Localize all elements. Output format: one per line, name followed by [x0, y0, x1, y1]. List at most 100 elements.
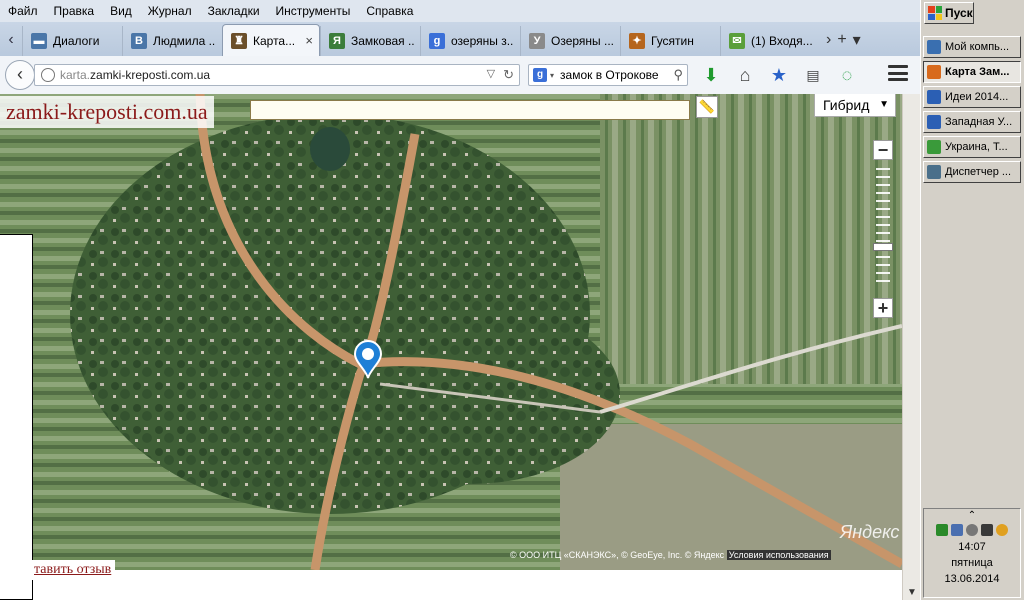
sync-icon[interactable]: ◌ — [836, 64, 858, 86]
zoom-tick — [876, 256, 890, 258]
menu-item[interactable]: Закладки — [200, 4, 268, 18]
tab-label: Людмила ... — [153, 34, 216, 48]
browser-tab[interactable]: g озеряны з... — [420, 26, 520, 56]
zoom-tick — [876, 264, 890, 266]
start-button[interactable]: Пуск — [924, 2, 974, 24]
security-icon[interactable] — [996, 524, 1008, 536]
page-content: zamki-kreposti.com.ua 📏 Гибрид ▼ − + Янде… — [0, 94, 920, 600]
zoom-tick — [876, 224, 890, 226]
zoom-tick — [876, 200, 890, 202]
speaker-icon[interactable] — [966, 524, 978, 536]
phone-icon[interactable] — [981, 524, 993, 536]
page-scrollbar[interactable]: ▼ — [902, 94, 920, 600]
search-box[interactable]: g ▾ замок в Отрокове ⚲ — [528, 64, 688, 86]
menu-bar: Файл Правка Вид Журнал Закладки Инструменты Сп… — [0, 0, 920, 22]
menu-item[interactable]: Инструменты — [268, 4, 359, 18]
windows-taskbar: Пуск Мой компь... Карта Зам... Идеи 2014..… — [920, 0, 1024, 600]
yandex-logo: Яндекс — [840, 522, 900, 542]
zoom-tick — [876, 240, 890, 242]
taskbar-button[interactable]: Мой компь... — [923, 36, 1021, 58]
network-icon[interactable] — [936, 524, 948, 536]
zoom-tick — [876, 232, 890, 234]
zoom-tick — [876, 192, 890, 194]
engine-dropdown-icon[interactable]: ▾ — [550, 71, 554, 80]
yandex-icon: У — [529, 33, 545, 49]
browser-tab[interactable]: ✉ (1) Входя... — [720, 26, 820, 56]
word-icon — [927, 90, 941, 104]
clock-date: 13.06.2014 — [944, 573, 1000, 585]
url-text: karta.zamki-kreposti.com.ua — [60, 68, 211, 82]
zoom-control: − + — [873, 140, 895, 320]
url-bar[interactable]: karta.zamki-kreposti.com.ua ▽ ↻ — [34, 64, 520, 86]
back-button[interactable]: ‹ — [5, 60, 35, 90]
chat-icon: ▬ — [31, 33, 47, 49]
site-logo[interactable]: zamki-kreposti.com.ua — [0, 96, 214, 128]
google-icon[interactable]: g — [533, 68, 547, 82]
tab-close-icon[interactable]: × — [305, 33, 313, 48]
bookmarks-list-icon[interactable]: ▤ — [802, 64, 824, 86]
menu-icon[interactable] — [888, 65, 908, 81]
satellite-map[interactable]: zamki-kreposti.com.ua 📏 Гибрид ▼ − + Янде… — [0, 94, 902, 570]
globe-icon — [41, 68, 55, 82]
map-search-input[interactable] — [250, 100, 690, 120]
windows-logo-icon — [928, 6, 942, 20]
zoom-slider-handle[interactable] — [873, 243, 893, 251]
chrome-icon — [927, 140, 941, 154]
zoom-slider[interactable] — [873, 166, 893, 292]
castle-icon: ♜ — [231, 32, 247, 49]
browser-tab[interactable]: ▬ Диалоги — [22, 26, 122, 56]
map-copyright: © ООО ИТЦ «СКАНЭКС», © GeoEye, Inc. © Ян… — [510, 550, 831, 560]
zoom-tick — [876, 208, 890, 210]
taskbar-label: Мой компь... — [945, 41, 1010, 53]
volume-icon[interactable] — [951, 524, 963, 536]
word-icon — [927, 115, 941, 129]
taskbar-button[interactable]: Западная У... — [923, 111, 1021, 133]
zoom-tick — [876, 184, 890, 186]
zoom-tick — [876, 216, 890, 218]
firefox-icon — [927, 65, 941, 79]
new-tab-button[interactable]: + — [837, 31, 846, 49]
map-type-selector[interactable]: Гибрид ▼ — [814, 94, 896, 117]
dropdown-icon[interactable]: ▽ — [487, 67, 495, 83]
map-imagery — [0, 94, 902, 570]
scroll-down-icon[interactable]: ▼ — [907, 587, 917, 598]
menu-item[interactable]: Журнал — [140, 4, 200, 18]
tab-label: Диалоги — [53, 34, 100, 48]
menu-item[interactable]: Вид — [102, 4, 140, 18]
tab-scroll-left-icon[interactable]: ‹ — [0, 24, 22, 56]
task-manager-icon — [927, 165, 941, 179]
clock-time[interactable]: 14:07 — [924, 539, 1020, 555]
tab-label: озеряны з... — [451, 34, 514, 48]
taskbar-button[interactable]: Диспетчер ... — [923, 161, 1021, 183]
menu-item[interactable]: Правка — [46, 4, 103, 18]
search-icon[interactable]: ⚲ — [673, 67, 683, 83]
google-icon: g — [429, 33, 445, 49]
bookmark-star-icon[interactable]: ★ — [768, 64, 790, 86]
terms-link[interactable]: Условия использования — [726, 550, 831, 560]
tab-strip: ‹ ▬ Диалоги В Людмила ... ♜ Карта... × Я Замкова… — [0, 22, 920, 57]
taskbar-label: Диспетчер ... — [945, 166, 1012, 178]
menu-item[interactable]: Файл — [0, 4, 46, 18]
ruler-icon[interactable]: 📏 — [696, 96, 718, 118]
taskbar-button[interactable]: Идеи 2014... — [923, 86, 1021, 108]
zoom-in-button[interactable]: + — [873, 298, 893, 318]
download-icon[interactable]: ⬇ — [700, 64, 722, 86]
browser-tab[interactable]: ♜ Карта... × — [222, 24, 320, 56]
tab-scroll-right-icon[interactable]: › — [826, 31, 831, 49]
tab-list-icon[interactable]: ▾ — [853, 30, 861, 50]
reload-icon[interactable]: ↻ — [503, 67, 514, 83]
taskbar-button[interactable]: Карта Зам... — [923, 61, 1021, 83]
leave-review-link[interactable]: тавить отзыв — [30, 560, 116, 580]
side-panel — [0, 234, 33, 600]
browser-tab[interactable]: ✦ Гусятин — [620, 26, 720, 56]
menu-item[interactable]: Справка — [358, 4, 421, 18]
browser-tab[interactable]: У Озеряны ... — [520, 26, 620, 56]
zoom-out-button[interactable]: − — [873, 140, 893, 160]
browser-tab[interactable]: Я Замковая ... — [320, 26, 420, 56]
home-icon[interactable]: ⌂ — [734, 64, 756, 86]
search-input[interactable]: замок в Отрокове — [560, 68, 659, 82]
taskbar-button[interactable]: Украина, Т... — [923, 136, 1021, 158]
browser-tab[interactable]: В Людмила ... — [122, 26, 222, 56]
tray-expand-icon[interactable]: ⌃ — [924, 510, 1020, 521]
tab-label: Озеряны ... — [551, 34, 614, 48]
